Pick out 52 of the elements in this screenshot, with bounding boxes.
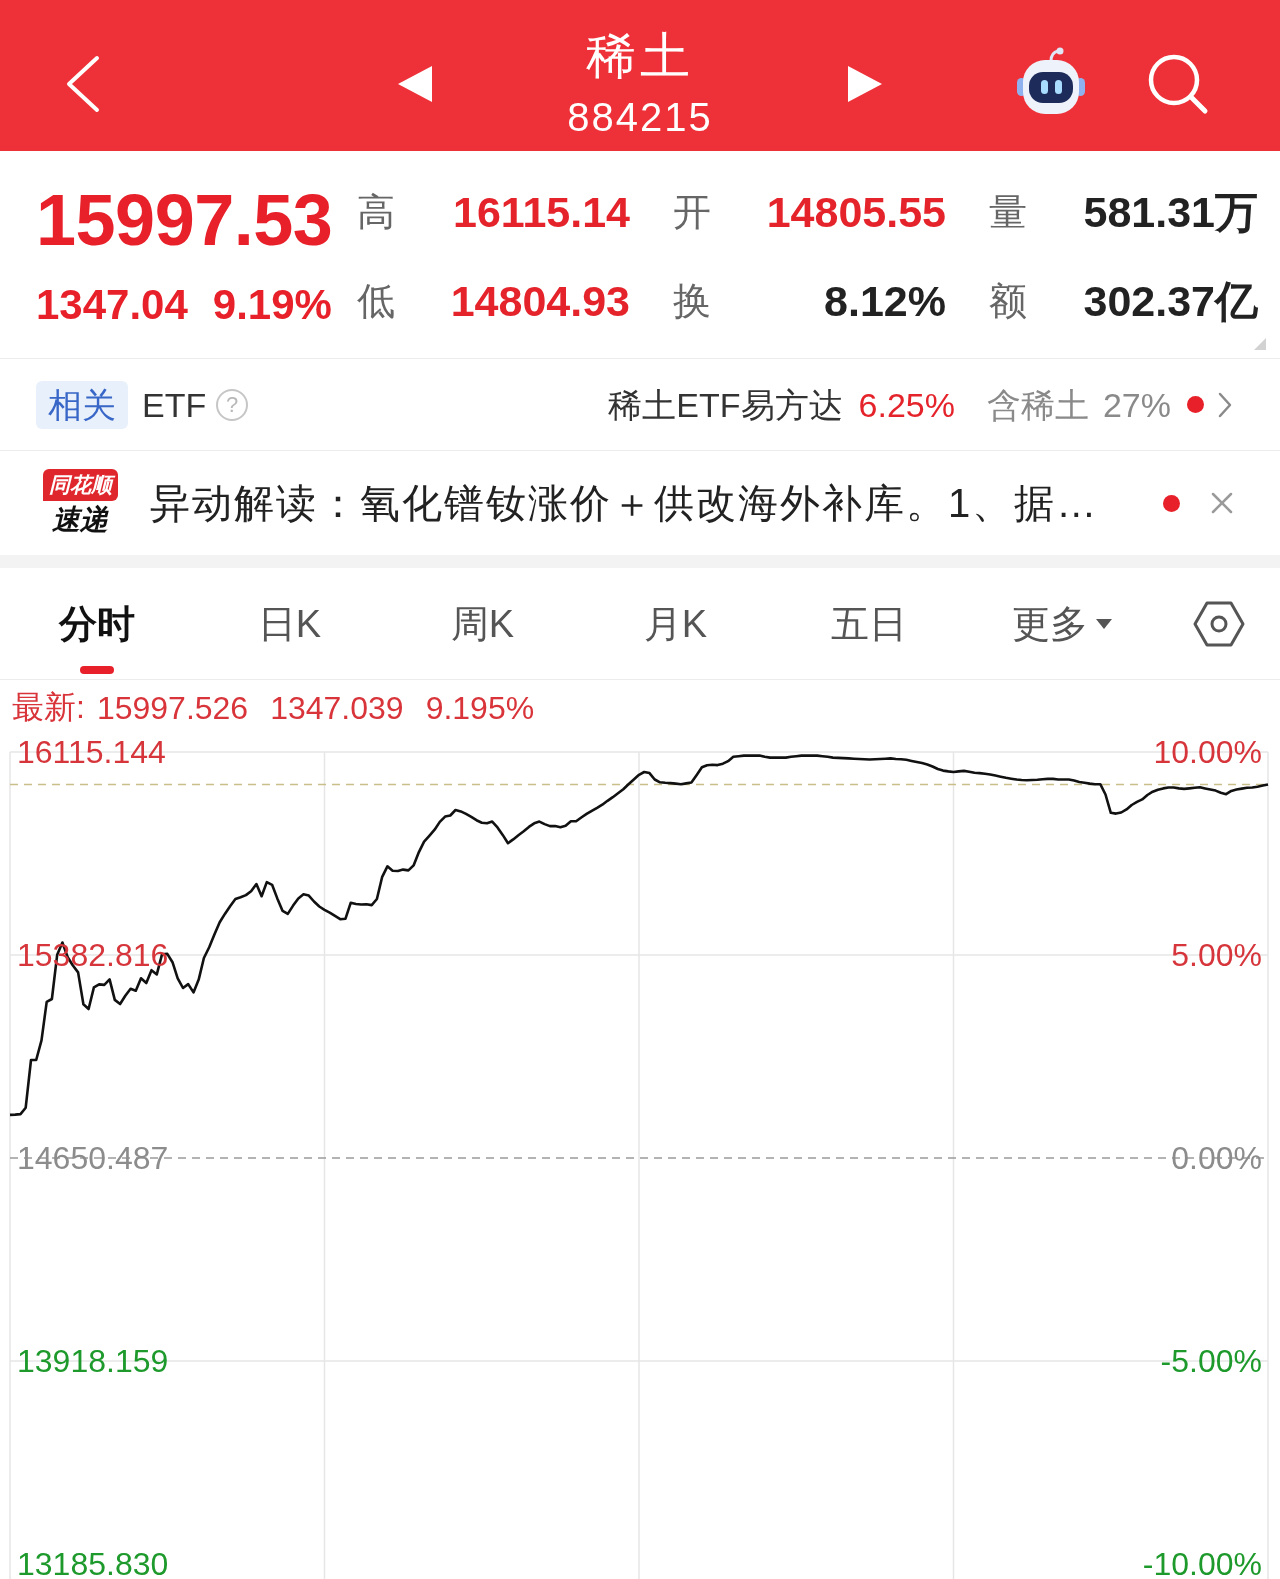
field-label: 额 — [989, 279, 1028, 323]
field-value: 14805.55 — [766, 188, 946, 236]
news-headline[interactable]: 异动解读：氧化镨钕涨价＋供改海外补库。1、据… — [150, 478, 1099, 528]
chevron-right-icon[interactable] — [1218, 391, 1232, 418]
field-label: 开 — [673, 190, 712, 234]
logo-badge: 同花顺 — [42, 469, 118, 501]
field-label: 低 — [357, 279, 396, 323]
tab[interactable]: 日K — [245, 568, 334, 676]
field-label: 高 — [357, 190, 396, 234]
latest-label: 最新: — [12, 688, 85, 727]
logo-text: 速递 — [52, 503, 108, 537]
latest-value: 15997.526 — [96, 689, 249, 727]
field-value: 14804.93 — [450, 277, 630, 325]
price-axis-label: 16115.144 — [17, 736, 166, 770]
price-axis-label: 13918.159 — [17, 1343, 169, 1380]
field-value: 8.12% — [824, 277, 946, 325]
stock-code: 884215 — [567, 93, 713, 141]
related-tag: 相关 — [36, 380, 128, 429]
field-value: 16115.14 — [453, 188, 630, 236]
fund-name[interactable]: 稀土ETF易方达 — [608, 384, 843, 425]
tab[interactable]: 周K — [438, 568, 527, 676]
chevron-left-icon[interactable] — [65, 53, 101, 114]
percent-axis-label: 5.00% — [1171, 937, 1262, 973]
percent-axis-label: -5.00% — [1160, 1343, 1262, 1380]
tab[interactable]: 更多 — [999, 568, 1124, 676]
corner-triangle-icon — [1254, 338, 1266, 350]
price-axis-label: 14650.487 — [17, 1140, 169, 1176]
percent-axis-label: 0.00% — [1171, 1140, 1262, 1176]
holding-percent: 27% — [1102, 384, 1171, 425]
caret-icon — [1095, 619, 1112, 629]
field-value: 581.31万 — [1083, 188, 1258, 236]
current-price: 15997.53 — [36, 180, 333, 260]
triangle-left-icon[interactable] — [398, 65, 432, 102]
tab[interactable]: 分时 — [46, 568, 147, 676]
close-icon[interactable] — [1210, 491, 1234, 515]
field-label: 量 — [989, 190, 1028, 234]
page-title: 稀土 — [586, 26, 694, 85]
field-label: 换 — [673, 279, 712, 323]
latest-value: 9.195% — [425, 689, 535, 727]
etf-label: ETF — [142, 384, 207, 425]
percent-axis-label: 10.00% — [1153, 736, 1262, 770]
tab[interactable]: 五日 — [818, 568, 919, 676]
fund-change: 6.25% — [858, 384, 955, 425]
percent-axis-label: -10.00% — [1142, 1546, 1262, 1579]
price-change: 1347.04 — [36, 281, 188, 329]
latest-value: 1347.039 — [270, 689, 404, 727]
triangle-right-icon[interactable] — [848, 65, 882, 102]
tab[interactable]: 月K — [631, 568, 720, 676]
field-value: 302.37亿 — [1083, 277, 1258, 325]
holding-label: 含稀土 — [986, 384, 1089, 425]
percent-change: 9.19% — [212, 281, 332, 329]
price-axis-label: 13185.830 — [17, 1546, 169, 1579]
